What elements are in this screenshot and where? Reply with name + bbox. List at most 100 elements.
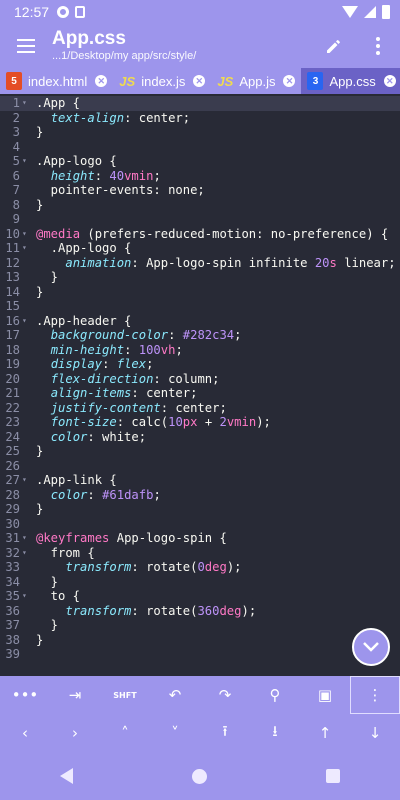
code-line[interactable]: 16 ▾ .App-header {	[0, 314, 400, 329]
fold-toggle-icon[interactable]: ▾	[22, 96, 27, 111]
code-line[interactable]: 5 ▾ .App-logo {	[0, 154, 400, 169]
editor-toolbar-primary: ••• ⇥ SHFT ↶ ↷ ⚲ ▣ ⋮	[0, 676, 400, 714]
code-line[interactable]: 18 min-height: 100vh;	[0, 343, 400, 358]
more-tools-button[interactable]: •••	[0, 676, 50, 714]
cursor-up-button[interactable]: ˄	[100, 714, 150, 752]
cursor-down-button[interactable]: ˅	[150, 714, 200, 752]
code-line[interactable]: 19 display: flex;	[0, 357, 400, 372]
code-line[interactable]: 3}	[0, 125, 400, 140]
chevron-down-icon[interactable]	[352, 628, 390, 666]
fold-toggle-icon[interactable]: ▾	[22, 473, 27, 488]
code-line[interactable]: 14}	[0, 285, 400, 300]
tab-index-html[interactable]: 5 index.html ✕	[0, 68, 113, 94]
code-text: min-height: 100vh;	[50, 342, 183, 357]
search-button[interactable]: ⚲	[250, 676, 300, 714]
code-line[interactable]: 15	[0, 299, 400, 314]
line-number: 20	[5, 371, 20, 386]
code-line[interactable]: 26	[0, 459, 400, 474]
code-line[interactable]: 12 animation: App-logo-spin infinite 20s…	[0, 256, 400, 271]
tab-index-js[interactable]: JS index.js ✕	[113, 68, 211, 94]
code-line[interactable]: 10 ▾ @media (prefers-reduced-motion: no-pr…	[0, 227, 400, 242]
code-text: align-items: center;	[50, 386, 198, 400]
code-line[interactable]: 8}	[0, 198, 400, 213]
code-line[interactable]: 31 ▾ @keyframes App-logo-spin {	[0, 531, 400, 546]
recents-icon[interactable]	[326, 769, 341, 783]
code-line[interactable]: 6 height: 40vmin;	[0, 169, 400, 184]
code-line[interactable]: 2 text-align: center;	[0, 111, 400, 126]
code-line[interactable]: 28 color: #61dafb;	[0, 488, 400, 503]
code-text: }	[36, 444, 44, 458]
code-line[interactable]: 22 justify-content: center;	[0, 401, 400, 416]
line-number: 36	[5, 603, 20, 618]
code-line[interactable]: 11 ▾ .App-logo {	[0, 241, 400, 256]
close-icon[interactable]: ✕	[283, 75, 296, 87]
code-line[interactable]: 30	[0, 517, 400, 532]
undo-button[interactable]: ↶	[150, 676, 200, 714]
code-line[interactable]: 29}	[0, 502, 400, 517]
fold-toggle-icon[interactable]: ▾	[22, 589, 27, 604]
code-line[interactable]: 20 flex-direction: column;	[0, 372, 400, 387]
page-down-button[interactable]: ⭳	[250, 714, 300, 752]
code-line[interactable]: 32 ▾ from {	[0, 546, 400, 561]
tab-app-css[interactable]: 3 App.css ✕	[301, 68, 400, 94]
code-line[interactable]: 34 }	[0, 575, 400, 590]
code-text: }	[36, 574, 59, 589]
pencil-icon[interactable]	[312, 24, 356, 68]
fold-toggle-icon[interactable]: ▾	[22, 227, 27, 242]
fold-toggle-icon[interactable]: ▾	[22, 241, 27, 256]
code-line[interactable]: 35 ▾ to {	[0, 589, 400, 604]
fold-toggle-icon[interactable]: ▾	[22, 154, 27, 169]
code-line[interactable]: 33 transform: rotate(0deg);	[0, 560, 400, 575]
home-icon[interactable]	[191, 768, 207, 784]
line-number: 32	[5, 545, 20, 560]
code-line[interactable]: 21 align-items: center;	[0, 386, 400, 401]
code-line[interactable]: 17 background-color: #282c34;	[0, 328, 400, 343]
code-text: to {	[36, 589, 81, 603]
code-line[interactable]: 38}	[0, 633, 400, 648]
css-file-icon: 3	[307, 72, 324, 90]
tab-app-js[interactable]: JS App.js ✕	[211, 68, 301, 94]
close-icon[interactable]: ✕	[95, 75, 108, 87]
cursor-right-button[interactable]: ›	[50, 714, 100, 752]
doc-start-button[interactable]: ↑	[300, 714, 350, 752]
close-icon[interactable]: ✕	[383, 75, 396, 87]
app-bar: App.css ...1/Desktop/my app/src/style/	[0, 24, 400, 68]
code-line[interactable]: 37 }	[0, 618, 400, 633]
line-number: 25	[5, 444, 20, 458]
redo-button[interactable]: ↷	[200, 676, 250, 714]
fold-toggle-icon[interactable]: ▾	[22, 546, 27, 561]
fold-toggle-icon[interactable]: ▾	[22, 531, 27, 546]
code-line[interactable]: 7 pointer-events: none;	[0, 183, 400, 198]
file-title: App.css	[52, 28, 126, 49]
code-text: from {	[36, 545, 95, 560]
code-line[interactable]: 24 color: white;	[0, 430, 400, 445]
tab-key-button[interactable]: ⇥	[50, 676, 100, 714]
shift-button[interactable]: SHFT	[100, 676, 150, 714]
close-icon[interactable]: ✕	[193, 75, 206, 87]
code-line[interactable]: 13 }	[0, 270, 400, 285]
code-line[interactable]: 27 ▾ .App-link {	[0, 473, 400, 488]
code-editor[interactable]: 1 ▾ .App {2 text-align: center; 3} 4 5 ▾ .App-l…	[0, 94, 400, 676]
code-line[interactable]: 39	[0, 647, 400, 662]
code-line[interactable]: 9	[0, 212, 400, 227]
line-number: 10	[5, 226, 20, 241]
overflow-menu-button[interactable]: ⋮	[350, 676, 400, 714]
kebab-icon[interactable]	[356, 24, 400, 68]
page-up-button[interactable]: ⭱	[200, 714, 250, 752]
sd-card-icon	[75, 6, 86, 18]
doc-end-button[interactable]: ↓	[350, 714, 400, 752]
line-number: 13	[5, 270, 20, 284]
fold-toggle-icon[interactable]: ▾	[22, 314, 27, 329]
hamburger-icon[interactable]	[0, 24, 52, 68]
cursor-left-button[interactable]: ‹	[0, 714, 50, 752]
line-number: 17	[5, 328, 20, 342]
editor-toolbar-navigation: ‹ › ˄ ˅ ⭱ ⭳ ↑ ↓	[0, 714, 400, 752]
back-icon[interactable]	[59, 768, 73, 784]
code-line[interactable]: 25}	[0, 444, 400, 459]
save-button[interactable]: ▣	[300, 676, 350, 714]
code-line[interactable]: 4	[0, 140, 400, 155]
code-line[interactable]: 23 font-size: calc(10px + 2vmin);	[0, 415, 400, 430]
file-tabs: 5 index.html ✕ JS index.js ✕ JS App.js ✕ 3 App.css…	[0, 68, 400, 94]
code-line[interactable]: 1 ▾ .App {	[0, 96, 400, 111]
code-line[interactable]: 36 transform: rotate(360deg);	[0, 604, 400, 619]
